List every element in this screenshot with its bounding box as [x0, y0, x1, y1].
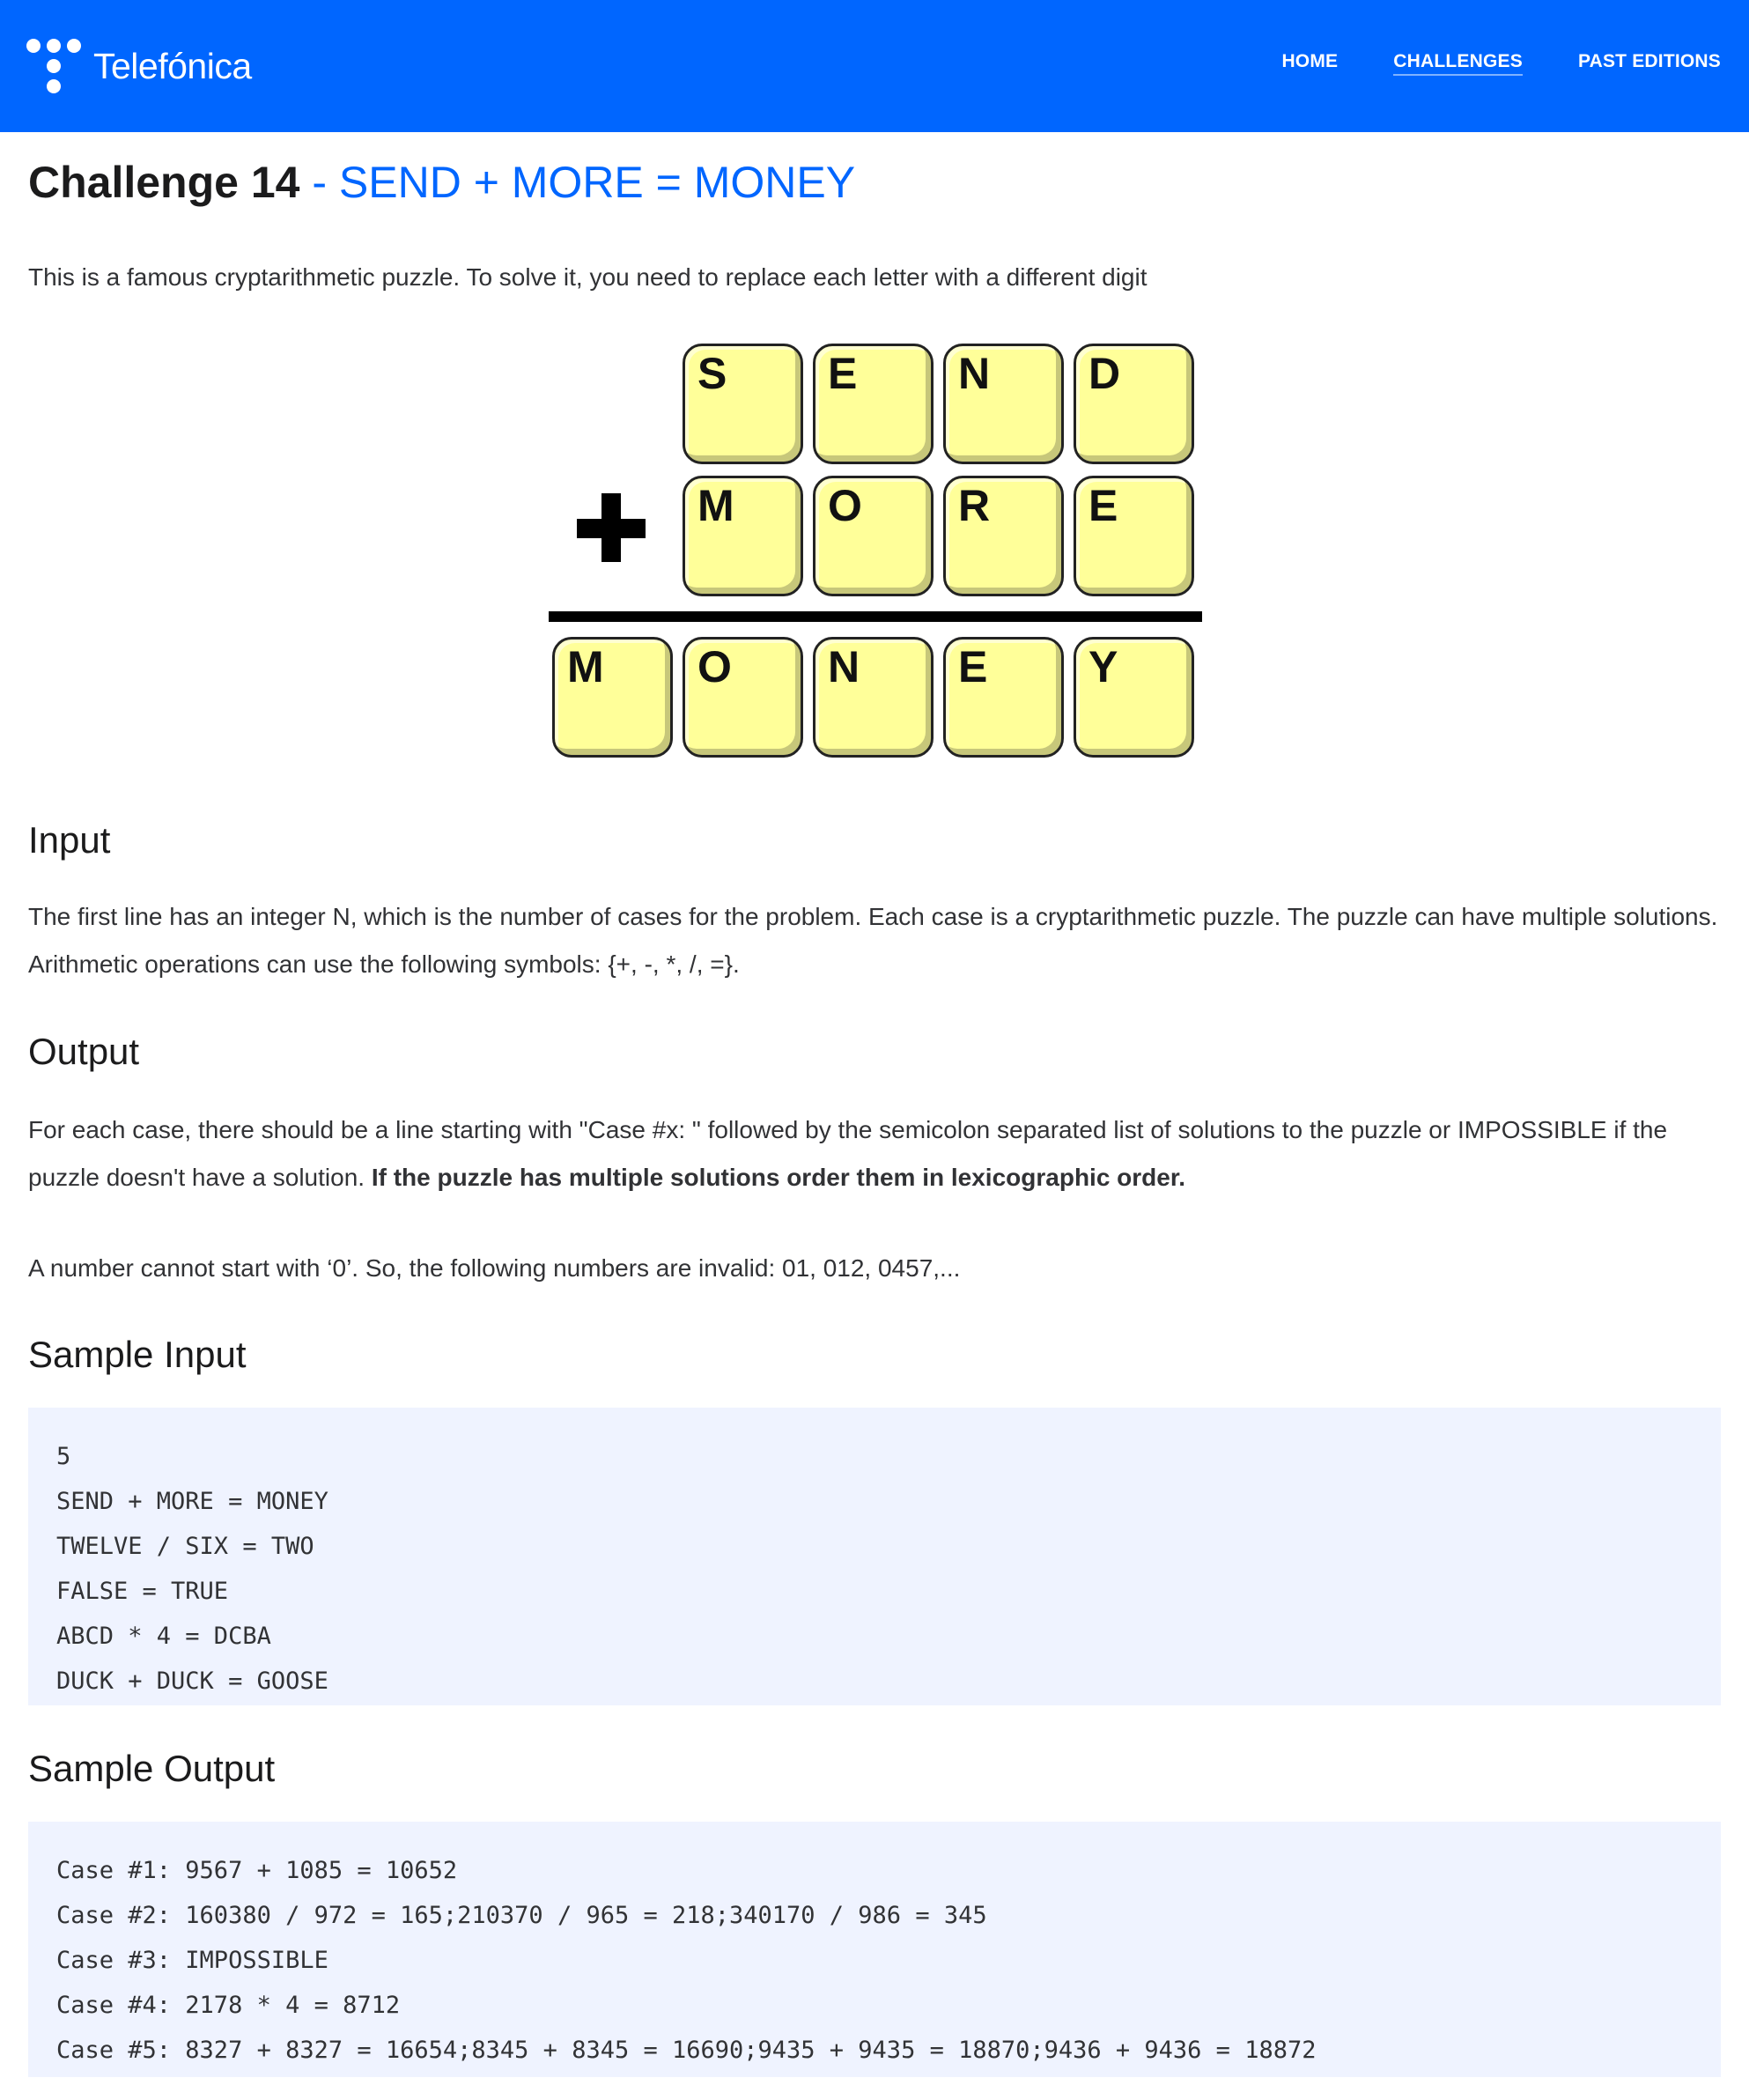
tile-letter: M: [697, 481, 734, 530]
telefonica-logo[interactable]: Telefónica: [26, 35, 252, 97]
top-navigation-bar: Telefónica HOME CHALLENGES PAST EDITIONS: [0, 0, 1749, 132]
nav-home-link[interactable]: HOME: [1281, 51, 1338, 76]
tile-letter: N: [828, 642, 860, 691]
challenge-name: - SEND + MORE = MONEY: [299, 158, 856, 207]
puzzle-tile: Y: [1074, 637, 1194, 758]
plus-sign-horizontal: [577, 519, 646, 538]
tile-letter: D: [1089, 349, 1121, 398]
code-line: DUCK + DUCK = GOOSE: [56, 1667, 328, 1695]
code-line: Case #2: 160380 / 972 = 165;210370 / 965…: [56, 1902, 987, 1929]
puzzle-tile: O: [813, 476, 934, 596]
tile-letter: E: [1089, 481, 1118, 530]
code-line: Case #3: IMPOSSIBLE: [56, 1947, 328, 1974]
puzzle-tile: E: [813, 344, 934, 464]
code-line: TWELVE / SIX = TWO: [56, 1533, 314, 1560]
code-line: Case #5: 8327 + 8327 = 16654;8345 + 8345…: [56, 2037, 1317, 2064]
tile-letter: E: [828, 349, 858, 398]
puzzle-tile: R: [943, 476, 1064, 596]
puzzle-tile: M: [552, 637, 673, 758]
sample-output-code-block: Case #1: 9567 + 1085 = 10652 Case #2: 16…: [28, 1822, 1721, 2077]
puzzle-tile: S: [683, 344, 803, 464]
code-line: 5: [56, 1443, 71, 1470]
code-line: FALSE = TRUE: [56, 1578, 229, 1605]
leading-zero-note: A number cannot start with ‘0’. So, the …: [28, 1254, 961, 1282]
input-description: The first line has an integer N, which i…: [28, 903, 1718, 978]
code-line: Case #1: 9567 + 1085 = 10652: [56, 1857, 458, 1884]
puzzle-tile: N: [813, 637, 934, 758]
sum-line: [549, 611, 1202, 622]
nav-challenges-link[interactable]: CHALLENGES: [1393, 51, 1523, 76]
output-heading: Output: [28, 1031, 140, 1072]
sample-input-heading: Sample Input: [28, 1334, 247, 1375]
nav-past-editions-link[interactable]: PAST EDITIONS: [1578, 51, 1721, 76]
puzzle-tile: E: [1074, 476, 1194, 596]
puzzle-tile: N: [943, 344, 1064, 464]
sample-input-code-block: 5 SEND + MORE = MONEY TWELVE / SIX = TWO…: [28, 1408, 1721, 1705]
code-line: ABCD * 4 = DCBA: [56, 1623, 271, 1650]
page-title: Challenge 14 - SEND + MORE = MONEY: [28, 157, 855, 208]
code-line: SEND + MORE = MONEY: [56, 1488, 328, 1515]
brand-name: Telefónica: [93, 45, 252, 86]
main-nav: HOME CHALLENGES PAST EDITIONS: [1281, 51, 1721, 76]
output-description: For each case, there should be a line st…: [28, 1106, 1728, 1202]
tile-letter: R: [958, 481, 991, 530]
tile-letter: S: [697, 349, 727, 398]
puzzle-tile: E: [943, 637, 1064, 758]
puzzle-tile: M: [683, 476, 803, 596]
plus-sign-vertical: [601, 493, 621, 562]
code-line: Case #4: 2178 * 4 = 8712: [56, 1992, 401, 2019]
tile-letter: N: [958, 349, 991, 398]
sample-output-heading: Sample Output: [28, 1748, 276, 1789]
intro-text: This is a famous cryptarithmetic puzzle.…: [28, 263, 1148, 291]
tile-letter: Y: [1089, 642, 1118, 691]
output-ordering-rule: If the puzzle has multiple solutions ord…: [371, 1164, 1185, 1191]
telefonica-t-icon: [26, 39, 81, 93]
challenge-number: Challenge 14: [28, 158, 300, 207]
tile-letter: E: [958, 642, 988, 691]
puzzle-tile: D: [1074, 344, 1194, 464]
puzzle-tile: O: [683, 637, 803, 758]
tile-letter: M: [567, 642, 604, 691]
tile-letter: O: [828, 481, 862, 530]
tile-letter: O: [697, 642, 732, 691]
input-heading: Input: [28, 819, 111, 861]
